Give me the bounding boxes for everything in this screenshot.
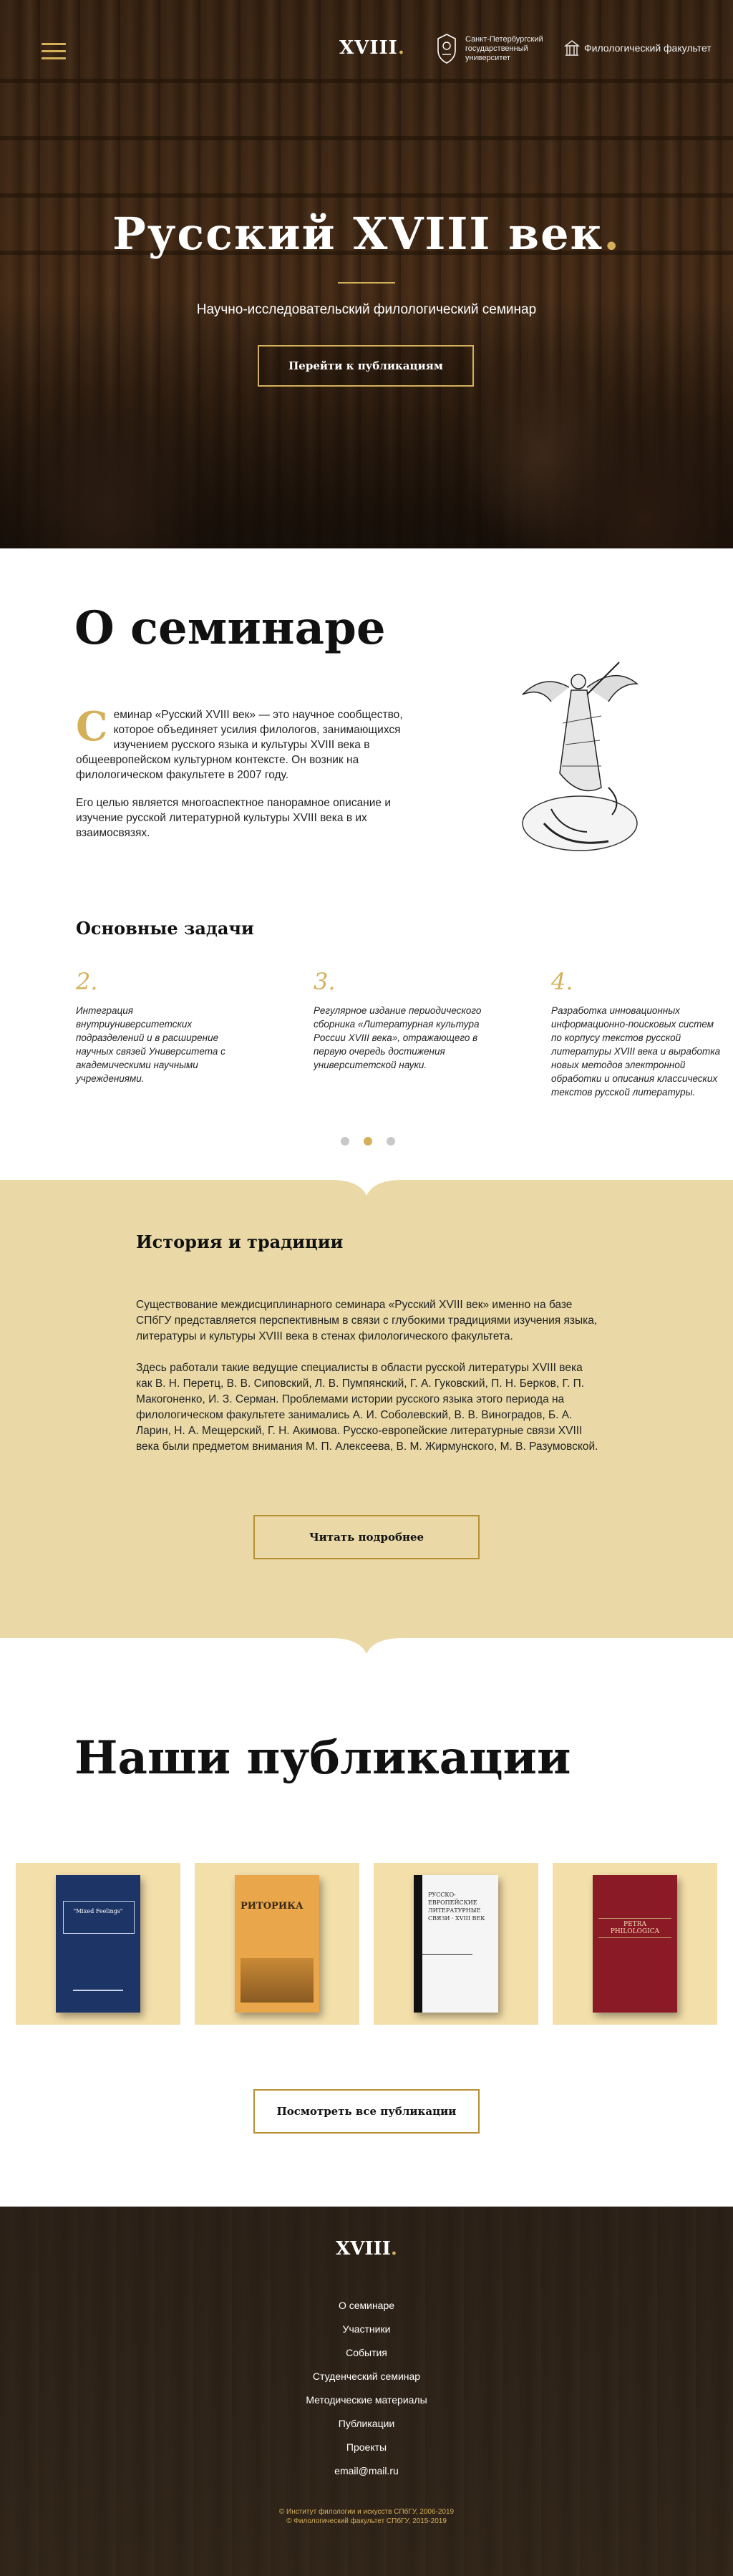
history-paragraph-1: Существование междисциплинарного семинар… <box>136 1299 598 1342</box>
carousel-dot-active[interactable] <box>364 1137 372 1146</box>
university-logo[interactable]: Санкт-Петербургский государственный унив… <box>434 33 544 64</box>
history-title: История и традиции <box>136 1231 344 1252</box>
footer-logo[interactable]: XVIII. <box>0 2238 733 2260</box>
section-notch-top <box>331 1180 402 1196</box>
book-cover: РУССКО-ЕВРОПЕЙСКИЕ ЛИТЕРАТУРНЫЕ СВЯЗИ · … <box>414 1875 498 2013</box>
title-underline <box>338 282 395 284</box>
book-title: РУССКО-ЕВРОПЕЙСКИЕ ЛИТЕРАТУРНЫЕ СВЯЗИ · … <box>428 1892 485 1922</box>
faculty-name: Филологический факультет <box>584 42 712 54</box>
book-title: РИТОРИКА <box>241 1901 304 1912</box>
footer-nav: О семинаре Участники События Студенчески… <box>0 2294 733 2483</box>
dropcap: С <box>76 703 108 750</box>
book-cover: "Mixed Feelings" <box>56 1875 140 2013</box>
task-text: Регулярное издание периодического сборни… <box>314 1005 482 1070</box>
book-title: PETRA PHILOLOGICA <box>598 1918 671 1938</box>
task-text: Интеграция внутриуниверситетских подразд… <box>76 1005 225 1084</box>
university-name: Санкт-Петербургский государственный унив… <box>465 34 543 62</box>
faculty-building-icon <box>564 40 580 56</box>
view-all-publications-button[interactable]: Посмотреть все публикации <box>253 2089 480 2134</box>
go-to-publications-button[interactable]: Перейти к публикациям <box>258 345 474 387</box>
book-title: "Mixed Feelings" <box>73 1908 123 1914</box>
top-bar: XVIII. Санкт-Петербургский государственн… <box>0 0 733 100</box>
footer-link-members[interactable]: Участники <box>0 2318 733 2341</box>
bookshelf-line <box>0 136 733 140</box>
task-item: 4. Разработка инновационных информационн… <box>551 968 727 1099</box>
task-number: 2. <box>76 968 98 995</box>
task-item: 3. Регулярное издание периодического сбо… <box>314 968 489 1072</box>
site-logo[interactable]: XVIII. <box>339 37 405 59</box>
menu-icon[interactable] <box>42 43 66 60</box>
task-number: 3. <box>314 968 336 995</box>
about-paragraph-1: еминар «Русский XVIII век» — это научное… <box>76 709 403 781</box>
footer-email-link[interactable]: email@mail.ru <box>0 2459 733 2483</box>
about-text: Семинар «Русский XVIII век» — это научно… <box>76 707 405 853</box>
task-number: 4. <box>551 968 573 995</box>
publication-card[interactable]: PETRA PHILOLOGICA <box>553 1863 717 2025</box>
footer-link-materials[interactable]: Методические материалы <box>0 2388 733 2412</box>
footer-copyright: © Институт филологии и искусств СПбГУ, 2… <box>0 2507 733 2526</box>
history-text: Существование междисциплинарного семинар… <box>136 1297 601 1471</box>
footer-link-projects[interactable]: Проекты <box>0 2436 733 2459</box>
task-item: 2. Интеграция внутриуниверситетских подр… <box>76 968 251 1085</box>
hero-section: XVIII. Санкт-Петербургский государственн… <box>0 0 733 548</box>
publication-card[interactable]: РУССКО-ЕВРОПЕЙСКИЕ ЛИТЕРАТУРНЫЕ СВЯЗИ · … <box>374 1863 538 2025</box>
footer-link-publications[interactable]: Публикации <box>0 2412 733 2436</box>
section-notch-bottom <box>331 1638 402 1654</box>
carousel-dots <box>341 1137 409 1146</box>
task-text: Разработка инновационных информационно-п… <box>551 1005 721 1098</box>
copyright-line-1: © Институт филологии и искусств СПбГУ, 2… <box>278 2508 455 2516</box>
bookshelf-line <box>0 193 733 198</box>
hero-title: Русский XVIII век. <box>112 208 621 260</box>
read-more-button[interactable]: Читать подробнее <box>253 1515 480 1559</box>
publication-card[interactable]: РИТОРИКА <box>195 1863 359 2025</box>
about-paragraph-2: Его целью является многоаспектное панора… <box>76 797 391 839</box>
footer-link-student-seminar[interactable]: Студенческий семинар <box>0 2365 733 2388</box>
publication-card[interactable]: "Mixed Feelings" <box>16 1863 180 2025</box>
footer-link-about[interactable]: О семинаре <box>0 2294 733 2318</box>
tasks-title: Основные задачи <box>76 918 254 939</box>
angel-engraving-illustration <box>522 662 639 851</box>
university-crest-icon <box>437 34 456 64</box>
copyright-line-2: © Филологический факультет СПбГУ, 2015-2… <box>286 2517 447 2525</box>
history-paragraph-2: Здесь работали такие ведущие специалисты… <box>136 1362 598 1453</box>
hero-subtitle: Научно-исследовательский филологический … <box>196 302 537 317</box>
publications-title: Наши публикации <box>74 1731 571 1785</box>
book-cover: РИТОРИКА <box>235 1875 319 2013</box>
about-title: О семинаре <box>74 601 386 655</box>
book-cover: PETRA PHILOLOGICA <box>593 1875 677 2013</box>
hero-photo-people <box>0 291 733 548</box>
carousel-dot[interactable] <box>387 1137 395 1146</box>
carousel-dot[interactable] <box>341 1137 349 1146</box>
faculty-logo[interactable]: Филологический факультет <box>564 39 712 57</box>
footer-link-events[interactable]: События <box>0 2341 733 2365</box>
